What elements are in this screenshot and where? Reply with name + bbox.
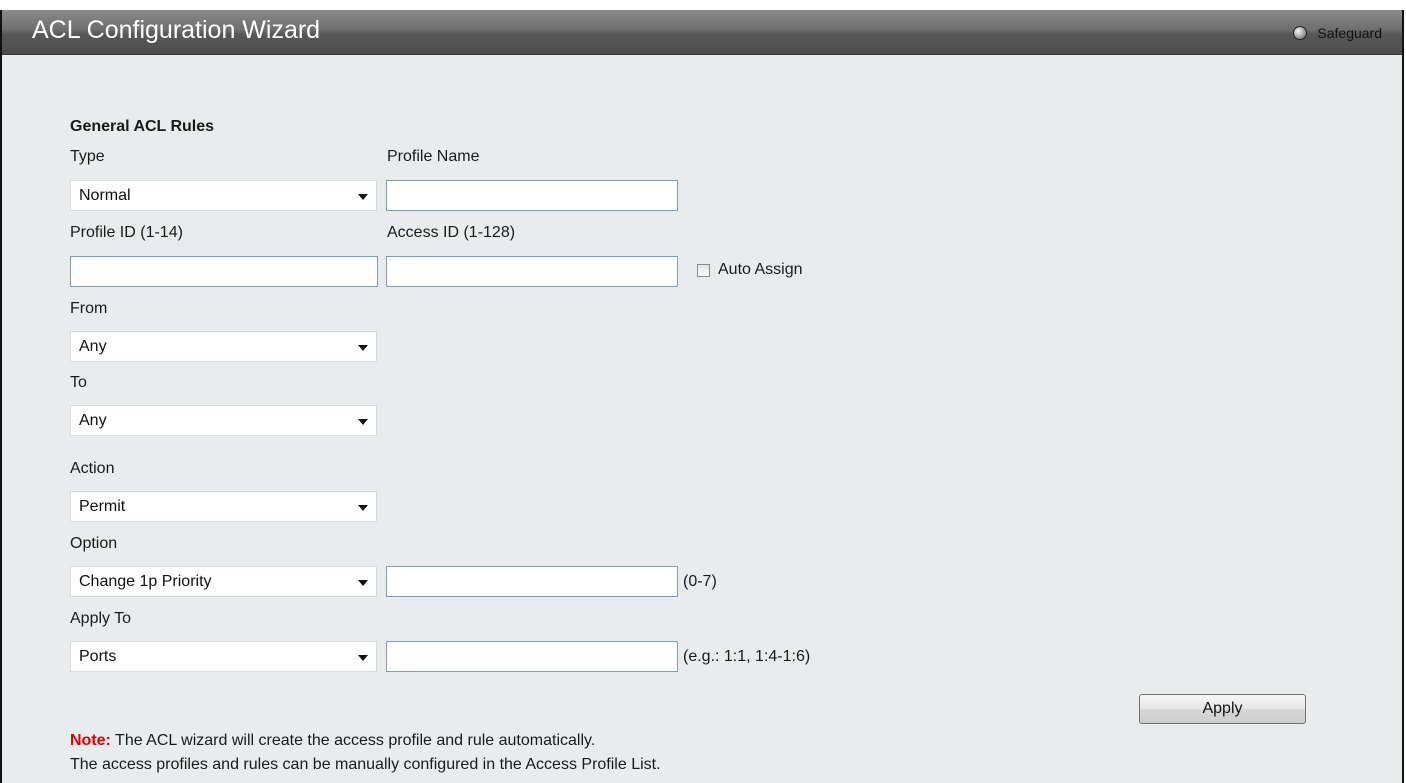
apply-button[interactable]: Apply	[1139, 694, 1306, 724]
option-value-input[interactable]	[386, 566, 678, 597]
to-select[interactable]: Any	[70, 405, 377, 436]
ports-example-hint: (e.g.: 1:1, 1:4-1:6)	[683, 648, 811, 665]
note-text-1: The ACL wizard will create the access pr…	[110, 732, 596, 749]
safeguard-indicator[interactable]: Safeguard	[1293, 25, 1382, 41]
from-label: From	[70, 300, 108, 317]
option-range-hint: (0-7)	[683, 573, 717, 590]
title-bar: ACL Configuration Wizard Safeguard	[2, 10, 1402, 55]
auto-assign-checkbox[interactable]	[697, 264, 710, 277]
safeguard-label: Safeguard	[1317, 25, 1382, 41]
chevron-down-icon	[358, 505, 368, 511]
note-line-2: The access profiles and rules can be man…	[70, 756, 661, 773]
from-select[interactable]: Any	[70, 331, 377, 362]
action-select-value: Permit	[79, 498, 126, 515]
profile-id-label: Profile ID (1-14)	[70, 224, 183, 241]
from-select-value: Any	[79, 338, 107, 355]
chevron-down-icon	[358, 580, 368, 586]
type-select-value: Normal	[79, 187, 131, 204]
access-id-input[interactable]	[386, 256, 678, 287]
wizard-content: General ACL Rules Type Profile Name Norm…	[2, 54, 1402, 783]
type-label: Type	[70, 148, 105, 165]
action-select[interactable]: Permit	[70, 491, 377, 522]
chevron-down-icon	[358, 345, 368, 351]
note-prefix: Note:	[70, 732, 111, 749]
chevron-down-icon	[358, 194, 368, 200]
profile-name-input[interactable]	[386, 180, 678, 211]
chevron-down-icon	[358, 419, 368, 425]
apply-to-select-value: Ports	[79, 648, 117, 665]
to-label: To	[70, 374, 87, 391]
chevron-down-icon	[358, 655, 368, 661]
ports-input[interactable]	[386, 641, 678, 672]
option-label: Option	[70, 535, 118, 552]
apply-to-select[interactable]: Ports	[70, 641, 377, 672]
note-line-1: Note: The ACL wizard will create the acc…	[70, 732, 595, 750]
profile-name-label: Profile Name	[387, 148, 480, 165]
wizard-window: ACL Configuration Wizard Safeguard Gener…	[0, 10, 1404, 783]
section-title: General ACL Rules	[70, 118, 215, 135]
option-select[interactable]: Change 1p Priority	[70, 566, 377, 597]
type-select[interactable]: Normal	[70, 180, 377, 211]
profile-id-input[interactable]	[70, 256, 378, 287]
to-select-value: Any	[79, 412, 107, 429]
page-title: ACL Configuration Wizard	[32, 16, 321, 44]
safeguard-status-icon	[1293, 26, 1308, 40]
option-select-value: Change 1p Priority	[79, 573, 212, 590]
auto-assign-label: Auto Assign	[718, 261, 803, 278]
apply-to-label: Apply To	[70, 610, 132, 627]
action-label: Action	[70, 460, 115, 477]
access-id-label: Access ID (1-128)	[387, 224, 516, 241]
